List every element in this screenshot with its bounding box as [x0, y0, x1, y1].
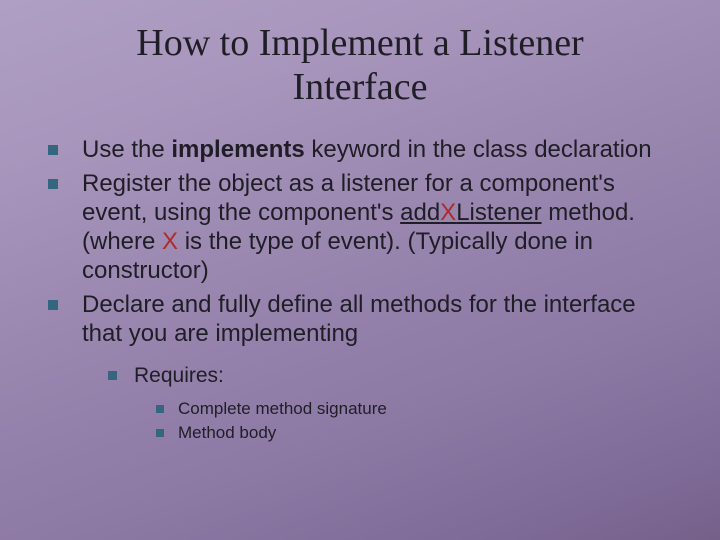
bullet-2-text: Register the object as a listener for a …: [82, 170, 635, 285]
square-bullet-icon: [48, 300, 58, 310]
title-line-1: How to Implement a Listener: [136, 22, 583, 64]
square-bullet-icon: [156, 429, 164, 437]
square-bullet-icon: [48, 145, 58, 155]
bullet-3: Declare and fully define all methods for…: [48, 290, 680, 446]
square-bullet-icon: [48, 179, 58, 189]
square-bullet-icon: [108, 371, 117, 380]
square-bullet-icon: [156, 405, 164, 413]
sub-bullet-list: Requires: Complete method signature Meth…: [108, 362, 680, 445]
sub-bullet-requires: Requires: Complete method signature Meth…: [108, 362, 680, 445]
bullet-1-text: Use the implements keyword in the class …: [82, 136, 652, 163]
slide-title: How to Implement a Listener Interface: [40, 22, 680, 109]
bullet-1: Use the implements keyword in the class …: [48, 135, 680, 164]
sub-sub-bullet-list: Complete method signature Method body: [156, 398, 680, 446]
req-item-1: Complete method signature: [156, 398, 680, 421]
title-line-2: Interface: [293, 66, 428, 108]
slide: How to Implement a Listener Interface Us…: [0, 0, 720, 540]
bullet-list: Use the implements keyword in the class …: [48, 135, 680, 445]
keyword-implements: implements: [171, 136, 304, 163]
bullet-2: Register the object as a listener for a …: [48, 169, 680, 286]
placeholder-x: X: [440, 199, 456, 226]
req-item-2: Method body: [156, 422, 680, 445]
bullet-3-text: Declare and fully define all methods for…: [82, 291, 636, 347]
method-name: addXListener: [400, 199, 541, 226]
placeholder-x: X: [162, 228, 178, 255]
requires-label: Requires:: [134, 364, 224, 387]
